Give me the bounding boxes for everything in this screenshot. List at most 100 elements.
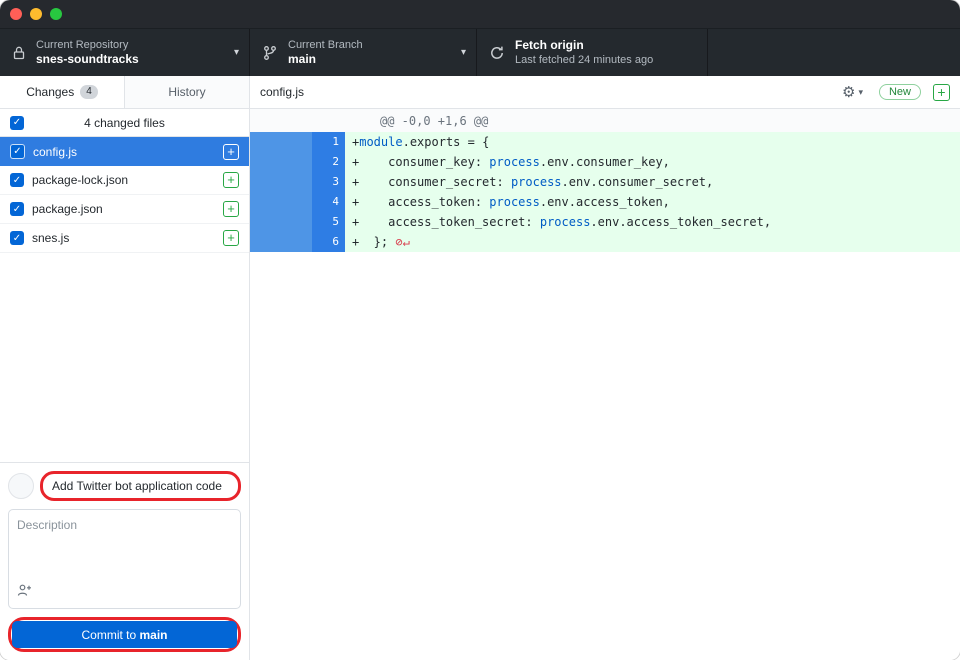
branch-icon (262, 45, 278, 61)
commit-summary-input[interactable] (44, 475, 237, 497)
toolbar: Current Repository snes-soundtracks ▾ Cu… (0, 28, 960, 76)
app-window: Current Repository snes-soundtracks ▾ Cu… (0, 0, 960, 660)
tab-changes-label: Changes (26, 85, 74, 99)
diff-gutter-old[interactable] (250, 232, 312, 252)
sidebar-empty-space (0, 253, 249, 462)
diff-line-number[interactable]: 6 (312, 232, 345, 252)
added-file-icon: + (933, 84, 950, 101)
diff-gutter-old[interactable] (250, 212, 312, 232)
diff-gutter-old[interactable] (250, 192, 312, 212)
diff-gutter-old[interactable] (250, 172, 312, 192)
changed-files-summary: 4 changed files (24, 116, 225, 130)
avatar (8, 473, 34, 499)
current-repository-button[interactable]: Current Repository snes-soundtracks ▾ (0, 29, 250, 76)
file-row-config-js[interactable]: ✓ config.js + (0, 137, 249, 166)
diff-line[interactable]: 6 + }; ⊘↵ (250, 232, 960, 252)
diff-gutter-old[interactable] (250, 152, 312, 172)
gear-icon: ⚙ (842, 83, 855, 101)
added-status-icon: + (223, 144, 239, 160)
repository-text: Current Repository snes-soundtracks (36, 38, 226, 68)
lock-icon (12, 45, 26, 61)
diff-line-number[interactable]: 1 (312, 132, 345, 152)
commit-description-box (8, 509, 241, 609)
diff-line-number[interactable]: 5 (312, 212, 345, 232)
select-all-checkbox[interactable]: ✓ (10, 116, 24, 130)
tab-history-label: History (168, 85, 205, 99)
new-file-badge: New (879, 84, 921, 100)
file-row-package-lock-json[interactable]: ✓ package-lock.json + (0, 166, 249, 195)
changed-files-header: ✓ 4 changed files (0, 109, 249, 137)
close-button[interactable] (10, 8, 22, 20)
zoom-button[interactable] (50, 8, 62, 20)
chevron-down-icon: ▾ (461, 47, 466, 58)
chevron-down-icon: ▾ (858, 87, 863, 98)
diff-gutter-old[interactable] (250, 132, 312, 152)
titlebar (0, 0, 960, 28)
sidebar-tabs: Changes 4 History (0, 76, 249, 109)
diff-file-name: config.js (260, 85, 842, 99)
repository-label: Current Repository (36, 38, 226, 52)
branch-text: Current Branch main (288, 38, 453, 68)
diff-line-number[interactable]: 3 (312, 172, 345, 192)
diff-line-content: + consumer_secret: process.env.consumer_… (345, 172, 960, 192)
diff-line[interactable]: 1 +module.exports = { (250, 132, 960, 152)
diff-line[interactable]: 2 + consumer_key: process.env.consumer_k… (250, 152, 960, 172)
diff-line-content: + }; ⊘↵ (345, 232, 960, 252)
tab-history[interactable]: History (124, 76, 249, 108)
check-icon: ✓ (13, 233, 21, 244)
fetch-sublabel: Last fetched 24 minutes ago (515, 53, 697, 67)
commit-area: Commit to main (0, 462, 249, 660)
branch-name: main (288, 52, 453, 68)
commit-description-input[interactable] (9, 510, 240, 580)
chevron-down-icon: ▾ (234, 47, 239, 58)
annotation-commit-highlight: Commit to main (8, 617, 241, 652)
check-icon: ✓ (13, 146, 21, 157)
file-name: config.js (33, 145, 215, 159)
diff-line-content: + access_token_secret: process.env.acces… (345, 212, 960, 232)
file-row-snes-js[interactable]: ✓ snes.js + (0, 224, 249, 253)
diff-body: @@ -0,0 +1,6 @@ 1 +module.exports = { 2 … (250, 109, 960, 660)
commit-button-branch: main (140, 628, 168, 642)
diff-options-button[interactable]: ⚙ ▾ (842, 83, 863, 101)
added-status-icon: + (223, 172, 239, 188)
sync-icon (489, 45, 505, 61)
diff-line-number[interactable]: 4 (312, 192, 345, 212)
diff-line-content: + access_token: process.env.access_token… (345, 192, 960, 212)
file-checkbox[interactable]: ✓ (10, 173, 24, 187)
no-newline-marker: ⊘↵ (388, 235, 410, 249)
diff-line[interactable]: 3 + consumer_secret: process.env.consume… (250, 172, 960, 192)
fetch-label: Fetch origin (515, 38, 697, 54)
diff-line[interactable]: 4 + access_token: process.env.access_tok… (250, 192, 960, 212)
annotation-summary-highlight (40, 471, 241, 501)
file-name: snes.js (32, 231, 215, 245)
fetch-text: Fetch origin Last fetched 24 minutes ago (515, 38, 697, 68)
check-icon: ✓ (13, 204, 21, 215)
repository-name: snes-soundtracks (36, 52, 226, 68)
current-branch-button[interactable]: Current Branch main ▾ (250, 29, 477, 76)
diff-line-content: + consumer_key: process.env.consumer_key… (345, 152, 960, 172)
changes-count-badge: 4 (80, 85, 98, 99)
diff-line[interactable]: 5 + access_token_secret: process.env.acc… (250, 212, 960, 232)
file-row-package-json[interactable]: ✓ package.json + (0, 195, 249, 224)
file-checkbox[interactable]: ✓ (10, 231, 24, 245)
hunk-header: @@ -0,0 +1,6 @@ (250, 109, 960, 132)
diff-line-number[interactable]: 2 (312, 152, 345, 172)
file-checkbox[interactable]: ✓ (10, 202, 24, 216)
diff-header: config.js ⚙ ▾ New + (250, 76, 960, 109)
branch-label: Current Branch (288, 38, 453, 52)
file-name: package.json (32, 202, 215, 216)
commit-button[interactable]: Commit to main (12, 621, 237, 648)
commit-summary-row (8, 471, 241, 501)
added-status-icon: + (223, 230, 239, 246)
file-name: package-lock.json (32, 173, 215, 187)
diff-line-content: +module.exports = { (345, 132, 960, 152)
minimize-button[interactable] (30, 8, 42, 20)
main-area: Changes 4 History ✓ 4 changed files ✓ co… (0, 76, 960, 660)
add-coauthor-icon[interactable] (17, 583, 32, 602)
fetch-origin-button[interactable]: Fetch origin Last fetched 24 minutes ago (477, 29, 708, 76)
sidebar: Changes 4 History ✓ 4 changed files ✓ co… (0, 76, 250, 660)
check-icon: ✓ (13, 117, 21, 128)
file-checkbox[interactable]: ✓ (10, 144, 25, 159)
diff-pane: config.js ⚙ ▾ New + @@ -0,0 +1,6 @@ 1 +m… (250, 76, 960, 660)
tab-changes[interactable]: Changes 4 (0, 76, 124, 108)
